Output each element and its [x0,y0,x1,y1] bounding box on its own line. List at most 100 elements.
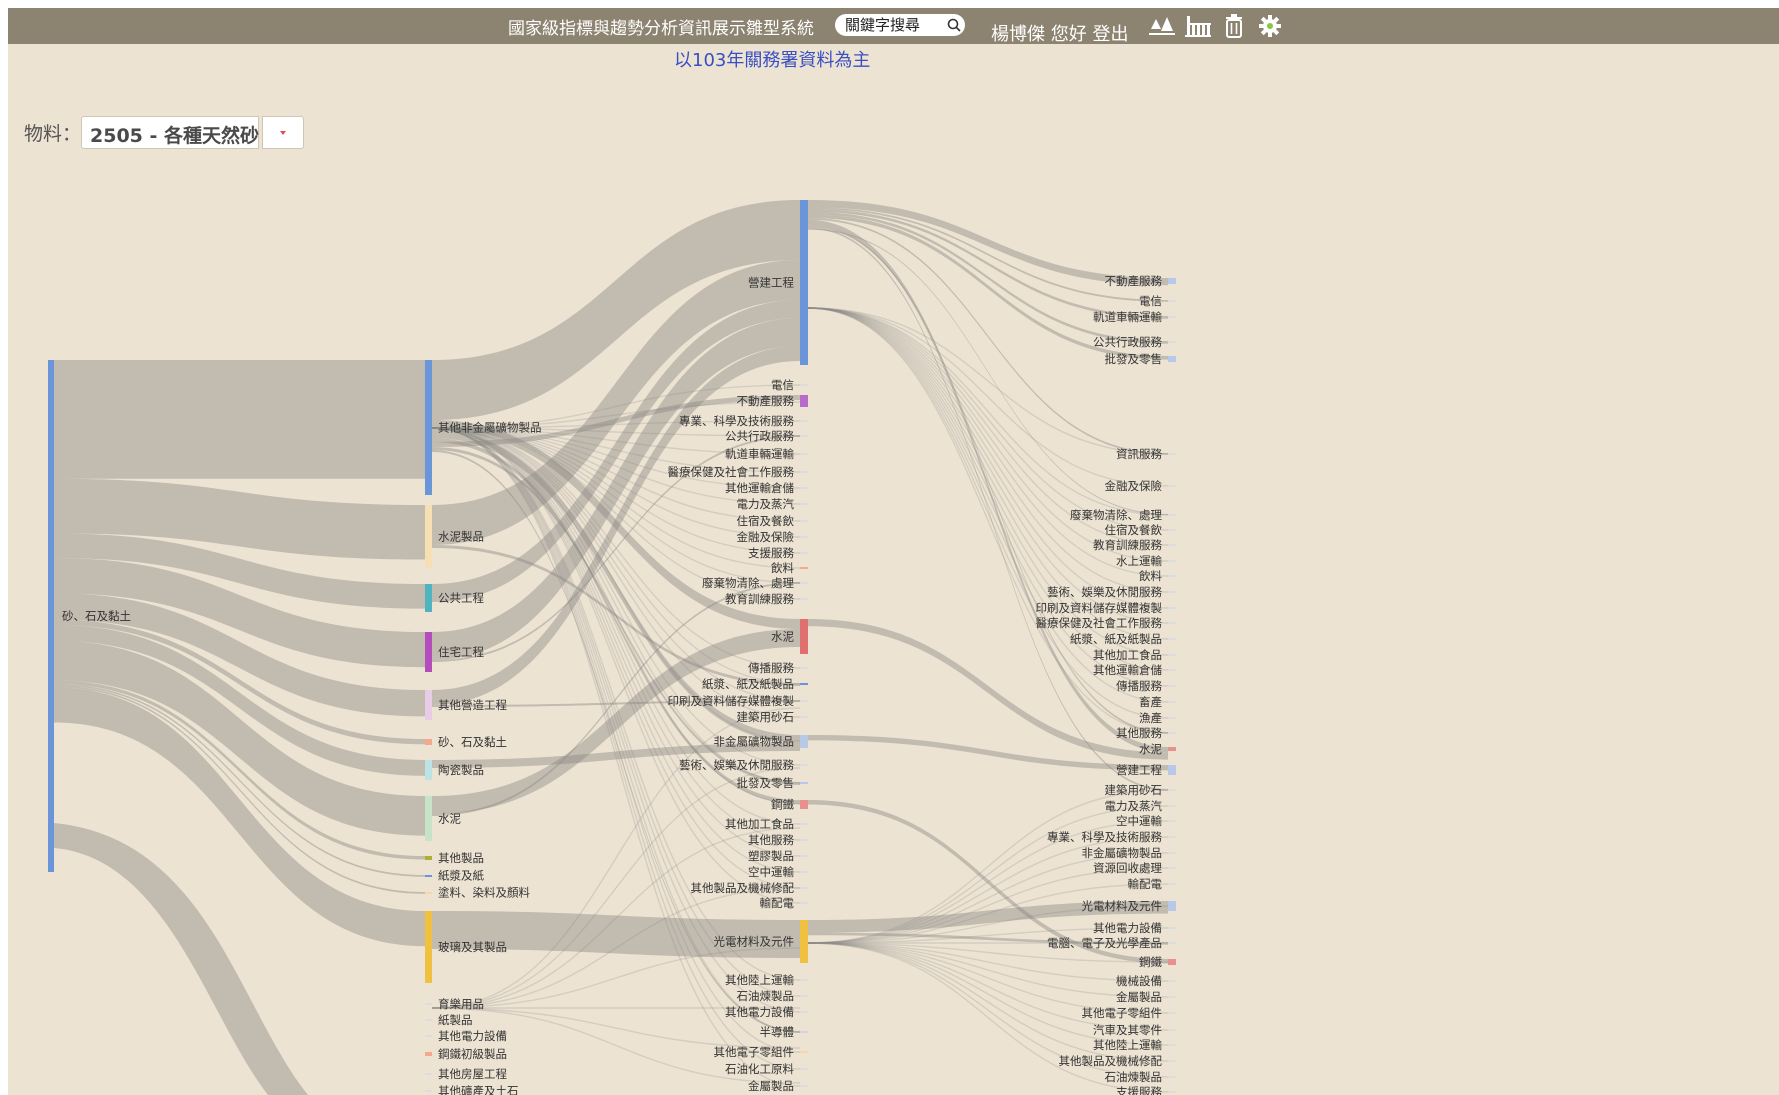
sankey-node[interactable] [800,582,808,584]
sankey-node[interactable] [1168,544,1176,546]
sankey-node[interactable] [800,995,808,997]
sankey-node[interactable] [1168,356,1176,362]
sankey-node[interactable] [1168,514,1176,516]
sankey-node[interactable] [1168,669,1176,671]
logout-link[interactable]: 登出 [1092,24,1128,45]
sankey-node[interactable] [1168,453,1176,455]
sankey-node[interactable] [800,1068,808,1070]
sankey-node[interactable] [800,800,808,809]
sankey-node[interactable] [1168,316,1176,318]
sankey-node[interactable] [1168,732,1176,734]
sankey-node[interactable] [800,1051,808,1053]
sankey-node[interactable] [1168,996,1176,998]
sankey-node[interactable] [800,871,808,873]
sankey-node[interactable] [425,505,432,568]
sankey-node[interactable] [1168,591,1176,593]
sankey-node[interactable] [1168,685,1176,687]
sankey-node[interactable] [1168,820,1176,822]
sankey-node[interactable] [425,760,432,780]
sankey-node[interactable] [800,453,808,455]
sankey-node[interactable] [1168,1044,1176,1046]
sankey-node[interactable] [1168,805,1176,807]
sankey-node[interactable] [1168,980,1176,982]
sankey-node[interactable] [425,1090,432,1092]
sankey-node[interactable] [800,598,808,600]
sankey-node[interactable] [1168,622,1176,624]
sankey-node[interactable] [1168,341,1176,343]
settings-button[interactable] [1252,8,1288,44]
sankey-node[interactable] [425,796,432,841]
sankey-node[interactable] [1168,717,1176,719]
sankey-node[interactable] [1168,278,1176,284]
sankey-node[interactable] [1168,529,1176,531]
sankey-node[interactable] [425,856,432,860]
search-icon[interactable] [946,17,962,33]
sankey-node[interactable] [800,920,808,963]
sankey-node[interactable] [1168,575,1176,577]
sankey-node[interactable] [1168,942,1176,944]
sankey-node[interactable] [800,520,808,522]
sankey-node[interactable] [425,911,432,983]
sankey-node[interactable] [800,552,808,554]
sankey-node[interactable] [48,360,54,872]
sankey-node[interactable] [1168,1029,1176,1031]
sankey-node[interactable] [1168,1060,1176,1062]
sankey-node[interactable] [1168,485,1176,487]
sankey-node[interactable] [1168,654,1176,656]
sankey-node[interactable] [800,395,808,407]
sankey-node[interactable] [425,690,432,720]
sankey-node[interactable] [1168,607,1176,609]
sankey-node[interactable] [800,1031,808,1033]
material-select[interactable]: 2505 - 各種天然砂 [81,116,259,149]
sankey-node[interactable] [1168,560,1176,562]
sankey-node[interactable] [1168,789,1176,791]
delete-button[interactable] [1216,8,1252,44]
sankey-node[interactable] [1168,836,1176,838]
sankey-node[interactable] [800,200,808,365]
sankey-node[interactable] [800,823,808,825]
sankey-node[interactable] [425,892,432,894]
sankey-node[interactable] [425,360,432,495]
sankey-minor-link[interactable] [807,942,1169,998]
sankey-node[interactable] [800,764,808,766]
sankey-node[interactable] [1168,867,1176,869]
sankey-node[interactable] [1168,638,1176,640]
sankey-node[interactable] [800,855,808,857]
sankey-node[interactable] [800,700,808,702]
sankey-node[interactable] [800,619,808,654]
sankey-node[interactable] [425,1003,432,1005]
sankey-node[interactable] [1168,901,1176,911]
sankey-node[interactable] [1168,765,1176,775]
sankey-node[interactable] [800,567,808,569]
sankey-node[interactable] [800,716,808,718]
sankey-node[interactable] [425,632,432,672]
sankey-link-l2-l3[interactable] [808,209,1168,319]
sankey-node[interactable] [425,1019,432,1021]
sankey-node[interactable] [1168,747,1176,751]
sankey-node[interactable] [1168,852,1176,854]
sankey-node[interactable] [800,735,808,748]
sankey-node[interactable] [800,384,808,386]
sankey-minor-link[interactable] [807,307,1169,455]
sankey-node[interactable] [425,584,432,612]
material-dropdown-button[interactable] [262,116,304,149]
forest-chart-button[interactable] [1144,8,1180,44]
sankey-node[interactable] [800,683,808,685]
sankey-node[interactable] [425,739,432,745]
sankey-node[interactable] [425,1052,432,1056]
sankey-node[interactable] [1168,927,1176,929]
sankey-node[interactable] [800,979,808,981]
sankey-node[interactable] [425,1035,432,1037]
sankey-node[interactable] [425,1073,432,1075]
sankey-link-l0-l1[interactable] [54,360,425,479]
sankey-node[interactable] [800,839,808,841]
sankey-node[interactable] [800,782,808,784]
sankey-node[interactable] [800,1085,808,1087]
sankey-node[interactable] [800,503,808,505]
sankey-node[interactable] [800,902,808,904]
sankey-node[interactable] [800,887,808,889]
sankey-node[interactable] [800,1011,808,1013]
sankey-node[interactable] [800,667,808,669]
sankey-node[interactable] [800,435,808,437]
sankey-node[interactable] [1168,1091,1176,1093]
